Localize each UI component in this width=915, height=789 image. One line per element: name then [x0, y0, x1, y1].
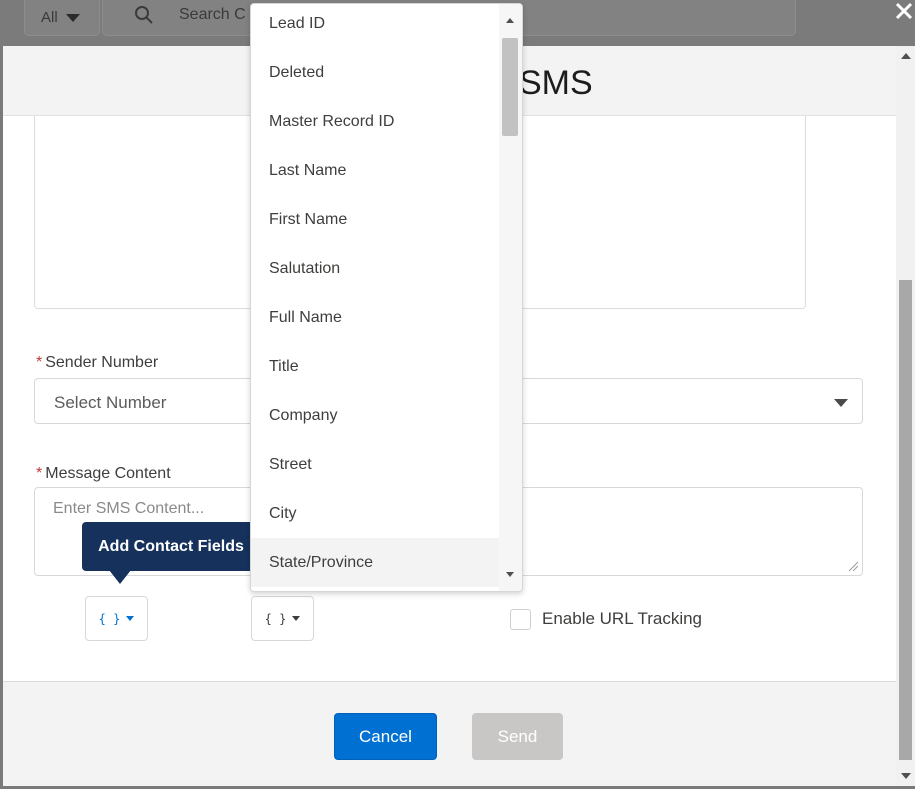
scrollbar-thumb[interactable] [502, 38, 518, 136]
scroll-up-arrow-icon[interactable] [506, 18, 514, 23]
search-scope-dropdown[interactable]: All [24, 0, 100, 36]
chevron-down-icon [126, 616, 135, 621]
dropdown-option[interactable]: Lead ID [251, 4, 499, 48]
required-marker: * [36, 354, 43, 371]
message-content-label: * Message Content [36, 465, 171, 483]
search-scope-label: All [41, 9, 58, 26]
send-button[interactable]: Send [472, 713, 563, 760]
dropdown-scrollbar[interactable] [499, 4, 522, 591]
merge-field-dropdown: Lead ID Deleted Master Record ID Last Name F… [250, 3, 523, 592]
add-contact-fields-tooltip: Add Contact Fields [82, 522, 260, 571]
tooltip-pointer [109, 570, 131, 584]
dropdown-option[interactable]: First Name [251, 195, 499, 244]
close-icon[interactable] [893, 0, 915, 26]
message-content-label-text: Message Content [45, 465, 171, 482]
required-marker: * [36, 465, 43, 482]
merge-field-icon: { } [98, 611, 121, 626]
dropdown-option[interactable]: State/Province [251, 538, 499, 587]
modal-footer: Cancel Send [3, 681, 896, 786]
resize-handle-icon[interactable] [847, 560, 859, 572]
chevron-down-icon [65, 13, 80, 22]
sender-number-label-text: Sender Number [45, 354, 159, 371]
cancel-button[interactable]: Cancel [334, 713, 437, 760]
dropdown-option[interactable]: Deleted [251, 48, 499, 97]
dropdown-option[interactable]: Master Record ID [251, 97, 499, 146]
dropdown-option[interactable]: Last Name [251, 146, 499, 195]
enable-url-tracking-label: Enable URL Tracking [542, 609, 703, 628]
dropdown-option[interactable]: Full Name [251, 293, 499, 342]
dropdown-option[interactable]: City [251, 489, 499, 538]
scroll-down-arrow-icon[interactable] [901, 773, 911, 779]
dropdown-option[interactable]: Title [251, 342, 499, 391]
search-placeholder: Search C [179, 6, 246, 23]
chevron-down-icon [292, 616, 301, 621]
dropdown-option[interactable]: Street [251, 440, 499, 489]
scroll-up-arrow-icon[interactable] [901, 53, 911, 59]
merge-field-list: Lead ID Deleted Master Record ID Last Name F… [251, 4, 499, 591]
sender-number-value: Select Number [54, 393, 167, 412]
dropdown-option[interactable]: Salutation [251, 244, 499, 293]
merge-field-icon: { } [264, 611, 287, 626]
search-icon [135, 6, 153, 24]
add-contact-fields-button[interactable]: { } [85, 596, 148, 641]
scroll-down-arrow-icon[interactable] [506, 572, 514, 577]
enable-url-tracking-checkbox[interactable] [510, 609, 531, 630]
modal-scrollbar[interactable] [896, 46, 915, 786]
sender-number-label: * Sender Number [36, 354, 158, 372]
scrollbar-thumb[interactable] [899, 280, 912, 760]
add-lead-fields-button[interactable]: { } [251, 596, 314, 641]
dropdown-option[interactable]: Company [251, 391, 499, 440]
modal-title: SMS [519, 64, 593, 102]
chevron-down-icon [834, 399, 848, 407]
